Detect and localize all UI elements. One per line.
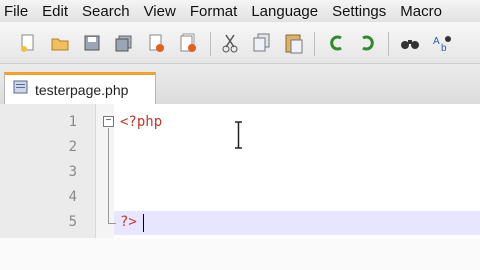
- menu-settings[interactable]: Settings: [332, 3, 386, 20]
- line-number-gutter: 1 2 3 4 5: [0, 104, 96, 238]
- line-number: 5: [68, 214, 77, 230]
- svg-text:b: b: [441, 43, 447, 53]
- line-number: 4: [68, 189, 77, 205]
- file-icon: [13, 79, 29, 100]
- redo-icon[interactable]: [358, 32, 378, 54]
- open-folder-icon[interactable]: [50, 32, 70, 54]
- fold-guide-end: [108, 223, 116, 224]
- editor-empty-area: [0, 238, 480, 270]
- menu-macro[interactable]: Macro: [400, 3, 442, 20]
- toolbar-separator: [388, 32, 389, 56]
- menu-language[interactable]: Language: [251, 3, 318, 20]
- paste-icon[interactable]: [284, 32, 304, 54]
- find-icon[interactable]: [400, 32, 420, 54]
- code-editor[interactable]: 1 2 3 4 5 − <?php ?>: [0, 104, 480, 270]
- menu-view[interactable]: View: [144, 3, 176, 20]
- save-all-icon[interactable]: [114, 32, 134, 54]
- code-line: ?>: [120, 214, 137, 230]
- fold-guide: [108, 128, 109, 224]
- menu-search[interactable]: Search: [82, 3, 130, 20]
- new-file-icon[interactable]: [18, 32, 38, 54]
- close-all-icon[interactable]: [178, 32, 198, 54]
- ibeam-cursor-icon: [235, 121, 242, 149]
- tab-label: testerpage.php: [35, 81, 129, 98]
- line-number: 3: [68, 164, 77, 180]
- menu-file[interactable]: File: [4, 3, 28, 20]
- save-icon[interactable]: [82, 32, 102, 54]
- svg-text:A: A: [433, 36, 440, 47]
- cut-icon[interactable]: [220, 32, 240, 54]
- current-line-highlight: [114, 211, 480, 235]
- close-file-icon[interactable]: [146, 32, 166, 54]
- undo-icon[interactable]: [326, 32, 346, 54]
- replace-icon[interactable]: Ab: [432, 32, 452, 54]
- code-line: <?php: [120, 114, 163, 130]
- toolbar-separator: [314, 32, 315, 56]
- tab-testerpage[interactable]: testerpage.php: [4, 72, 156, 104]
- line-number: 1: [68, 114, 77, 130]
- menu-edit[interactable]: Edit: [42, 3, 68, 20]
- text-caret: [143, 214, 144, 232]
- copy-icon[interactable]: [252, 32, 272, 54]
- fold-toggle-icon[interactable]: −: [103, 116, 114, 127]
- toolbar-separator: [210, 32, 211, 56]
- tab-bar: testerpage.php: [0, 64, 480, 104]
- line-number: 2: [68, 139, 77, 155]
- menu-format[interactable]: Format: [190, 3, 238, 20]
- menu-bar: File Edit Search View Format Language Se…: [0, 0, 480, 22]
- toolbar: Ab: [0, 22, 480, 64]
